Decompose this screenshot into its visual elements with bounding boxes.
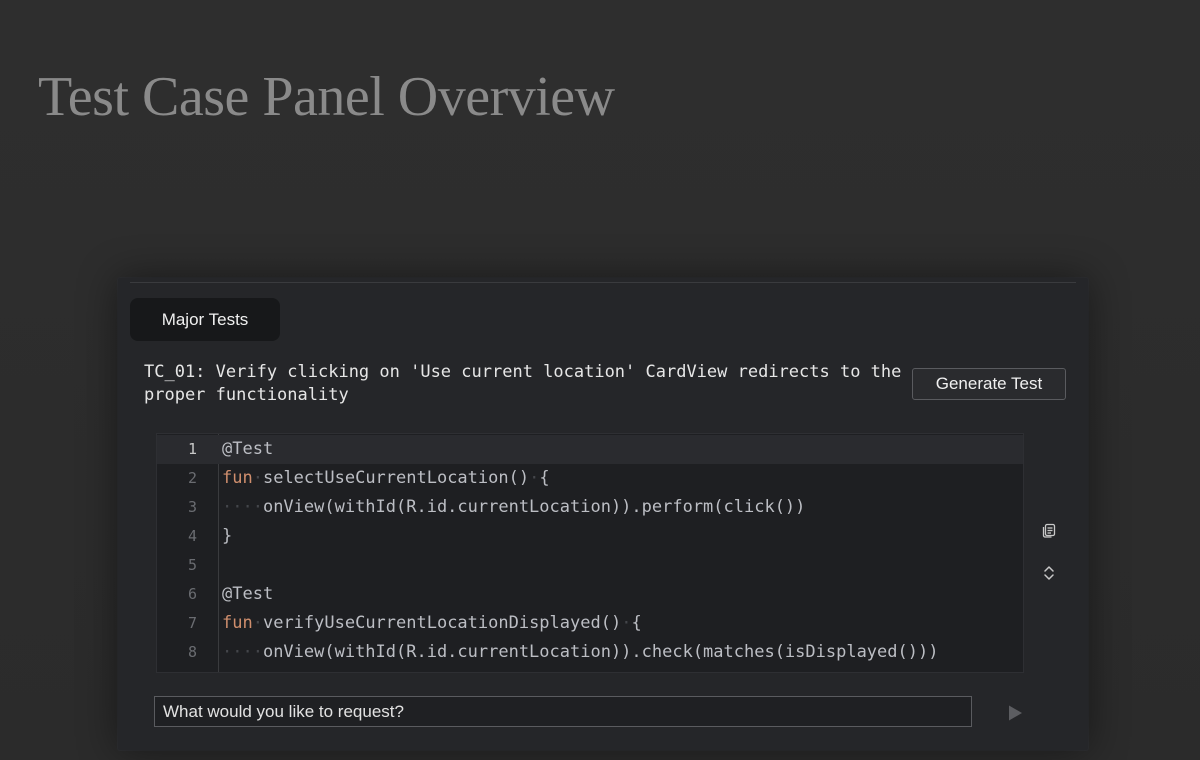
code-editor[interactable]: 1 @Test 2 fun·selectUseCurrentLocation()·{ 3… <box>156 433 1024 673</box>
line-number: 1 <box>187 440 197 458</box>
code-content: } <box>222 526 233 546</box>
line-number: 2 <box>187 469 197 487</box>
line-number: 7 <box>187 614 197 632</box>
indent-whitespace: ···· <box>222 642 263 662</box>
line-number: 6 <box>187 585 197 603</box>
code-text: } <box>222 522 232 551</box>
panel-divider <box>130 282 1076 283</box>
expand-collapse-icon[interactable] <box>1038 562 1060 584</box>
code-text: ····onView(withId(R.id.currentLocation))… <box>222 638 938 667</box>
copy-icon[interactable] <box>1038 519 1060 541</box>
code-keyword: fun <box>222 613 253 633</box>
code-text: @Test <box>222 580 273 609</box>
code-line[interactable]: 1 @Test <box>157 435 1023 464</box>
line-number: 8 <box>187 643 197 661</box>
code-line[interactable]: 2 fun·selectUseCurrentLocation()·{ <box>157 464 1023 493</box>
code-line[interactable]: 4} <box>157 522 1023 551</box>
code-line[interactable]: 6 @Test <box>157 580 1023 609</box>
test-case-panel: Major Tests TC_01: Verify clicking on 'U… <box>118 278 1088 750</box>
send-icon[interactable] <box>1004 702 1026 724</box>
code-text: @Test <box>222 435 273 464</box>
tab-major-tests[interactable]: Major Tests <box>130 298 280 341</box>
indent-whitespace: ···· <box>222 497 263 517</box>
code-content: @Test <box>222 584 274 604</box>
line-number: 3 <box>187 498 197 516</box>
code-text: fun·selectUseCurrentLocation()·{ <box>222 468 550 488</box>
line-number: 5 <box>187 556 197 574</box>
page-title: Test Case Panel Overview <box>38 66 615 128</box>
test-case-title: TC_01: Verify clicking on 'Use current l… <box>144 362 902 405</box>
code-line[interactable]: 5 <box>157 551 1023 580</box>
code-content: onView(withId(R.id.currentLocation)).per… <box>262 497 806 517</box>
code-content: verifyUseCurrentLocationDisplayed()·{ <box>262 613 642 633</box>
code-line[interactable]: 7 fun·verifyUseCurrentLocationDisplayed()… <box>157 609 1023 638</box>
code-content: @Test <box>222 439 274 459</box>
code-text: fun·verifyUseCurrentLocationDisplayed()·… <box>222 613 642 633</box>
line-number: 4 <box>187 527 197 545</box>
code-keyword: fun <box>222 468 253 488</box>
generate-test-button[interactable]: Generate Test <box>912 368 1066 400</box>
code-content: selectUseCurrentLocation()·{ <box>262 468 550 488</box>
request-input[interactable] <box>154 696 972 727</box>
code-content: onView(withId(R.id.currentLocation)).che… <box>262 642 939 662</box>
code-line[interactable]: 8 ····onView(withId(R.id.currentLocation)… <box>157 638 1023 667</box>
code-line[interactable]: 3 ····onView(withId(R.id.currentLocation)… <box>157 493 1023 522</box>
code-text: ····onView(withId(R.id.currentLocation))… <box>222 493 805 522</box>
